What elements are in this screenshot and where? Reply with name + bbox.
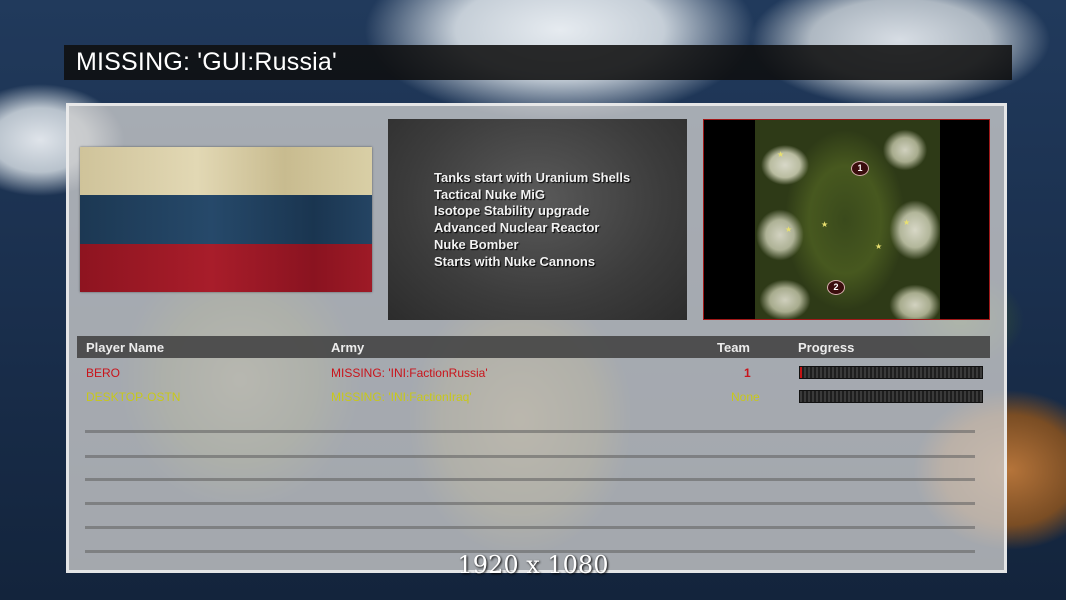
player-table-header: Player Name Army Team Progress xyxy=(77,336,990,358)
empty-slot-divider xyxy=(85,430,975,433)
empty-slot-divider xyxy=(85,455,975,458)
table-row: BERO MISSING: 'INI:FactionRussia' 1 xyxy=(77,362,990,384)
faction-feature-list: Tanks start with Uranium Shells Tactical… xyxy=(434,170,630,270)
table-row: DESKTOP-OSTN MISSING: 'INI:FactionIraq' … xyxy=(77,386,990,408)
feature-item: Isotope Stability upgrade xyxy=(434,203,590,219)
loading-progress-bar xyxy=(799,366,983,379)
resolution-label: 1920 x 1080 xyxy=(457,551,609,579)
page-title: MISSING: 'GUI:Russia' xyxy=(76,48,338,76)
start-position-marker: 1 xyxy=(851,161,869,176)
header-army: Army xyxy=(331,340,365,355)
feature-item: Tanks start with Uranium Shells xyxy=(434,170,631,185)
progress-fill xyxy=(800,367,802,378)
supply-star-icon: ★ xyxy=(785,225,793,234)
player-team: 1 xyxy=(744,366,751,380)
player-name: DESKTOP-OSTN xyxy=(86,390,181,404)
supply-star-icon: ★ xyxy=(821,220,829,229)
faction-flag-image xyxy=(80,147,372,292)
header-player-name: Player Name xyxy=(86,340,165,355)
supply-star-icon: ★ xyxy=(777,150,785,159)
feature-item: Starts with Nuke Cannons xyxy=(434,253,596,269)
supply-star-icon: ★ xyxy=(875,242,883,251)
faction-description-box: Tanks start with Uranium Shells Tactical… xyxy=(388,119,687,320)
header-progress: Progress xyxy=(798,340,855,355)
flag-blue-stripe xyxy=(80,195,372,244)
player-army: MISSING: 'INI:FactionIraq' xyxy=(331,390,472,404)
supply-star-icon: ★ xyxy=(903,218,911,227)
player-name: BERO xyxy=(86,366,121,380)
empty-slot-divider xyxy=(85,502,975,505)
feature-item: Nuke Bomber xyxy=(434,236,519,252)
empty-slot-divider xyxy=(85,526,975,529)
minimap-terrain: 1 2 ★ ★ ★ ★ ★ xyxy=(755,120,940,319)
player-army: MISSING: 'INI:FactionRussia' xyxy=(331,366,488,380)
title-bar: MISSING: 'GUI:Russia' xyxy=(64,45,1012,80)
flag-red-stripe xyxy=(80,243,372,292)
flag-white-stripe xyxy=(80,147,372,196)
minimap: 1 2 ★ ★ ★ ★ ★ xyxy=(703,119,990,320)
empty-slot-divider xyxy=(85,478,975,481)
loading-progress-bar xyxy=(799,390,983,403)
start-position-marker: 2 xyxy=(827,280,845,295)
feature-item: Tactical Nuke MiG xyxy=(434,186,546,202)
player-team: None xyxy=(731,390,760,404)
header-team: Team xyxy=(717,340,750,355)
feature-item: Advanced Nuclear Reactor xyxy=(434,220,600,236)
